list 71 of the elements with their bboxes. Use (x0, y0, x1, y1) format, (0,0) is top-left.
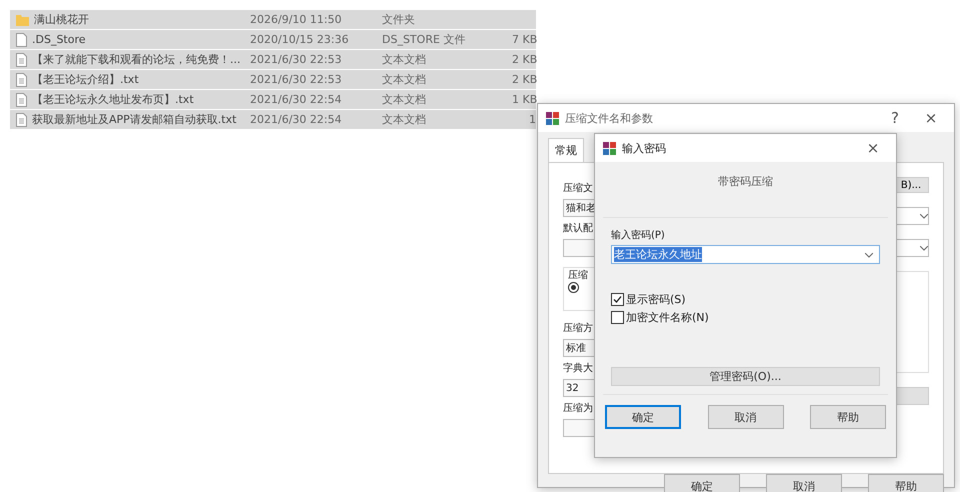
date-modified: 2026/9/10 11:50 (250, 13, 343, 26)
file-type: 文本文档 (382, 52, 427, 67)
close-button[interactable]: × (916, 109, 946, 127)
text-file-icon (16, 52, 27, 66)
input-field[interactable] (563, 239, 597, 257)
file-row[interactable]: 满山桃花开 2026/9/10 11:50 文件夹 (10, 10, 536, 29)
dialog-button[interactable]: 确定 (605, 405, 681, 429)
tab[interactable]: 常规 (548, 138, 584, 162)
dialog-heading: 带密码压缩 (717, 174, 774, 189)
help-button[interactable]: ? (880, 109, 910, 127)
text-file-icon (16, 92, 27, 106)
field-label: 压缩方 (563, 322, 594, 335)
checkbox[interactable] (611, 311, 624, 324)
file-name: .DS_Store (32, 33, 86, 46)
date-modified: 2021/6/30 22:53 (250, 73, 343, 86)
checkmark-icon (613, 295, 622, 304)
chevron-down-icon (920, 214, 928, 218)
chevron-down-icon (865, 253, 873, 258)
window-title: 压缩文件名和参数 (565, 110, 654, 126)
dialog-button[interactable]: 帮助 (868, 474, 944, 492)
input-field[interactable] (563, 419, 597, 437)
field-label: 压缩为 (563, 402, 594, 415)
date-modified: 2020/10/15 23:36 (250, 33, 350, 46)
file-type: 文本文档 (382, 112, 427, 127)
file-size: 2 KB (512, 53, 538, 66)
dialog-button[interactable]: 帮助 (810, 405, 886, 429)
file-name: 【来了就能下载和观看的论坛，纯免费！... (32, 52, 240, 67)
file-size: 1 (528, 113, 536, 126)
app-logo-icon (603, 142, 616, 154)
checkbox[interactable] (611, 293, 624, 306)
file-name: 【老王论坛永久地址发布页】.txt (32, 92, 194, 107)
field-label: 字典大 (563, 362, 594, 375)
window-title: 输入密码 (622, 140, 667, 156)
file-row[interactable]: 【老王论坛介绍】.txt 2021/6/30 22:53 文本文档 2 KB (10, 70, 536, 89)
folder-icon (16, 14, 29, 26)
file-size: 7 KB (512, 33, 538, 46)
checkbox-label[interactable]: 显示密码(S) (626, 292, 686, 307)
input-field[interactable]: 标准 (563, 339, 597, 357)
date-modified: 2021/6/30 22:54 (250, 113, 343, 126)
checkbox-label[interactable]: 加密文件名称(N) (626, 310, 709, 325)
file-type: DS_STORE 文件 (382, 32, 466, 47)
file-row[interactable]: 【来了就能下载和观看的论坛，纯免费！... 2021/6/30 22:53 文本文档 2 KB (10, 50, 536, 69)
text-file-icon (16, 112, 27, 126)
date-modified: 2021/6/30 22:53 (250, 53, 343, 66)
text-file-icon (16, 72, 27, 86)
field-label: 输入密码(P) (611, 228, 666, 242)
file-icon (16, 32, 27, 46)
dialog-button[interactable]: 确定 (664, 474, 740, 492)
manage-passwords-button[interactable]: 管理密码(O)... (611, 367, 880, 386)
dialog-button[interactable]: 取消 (708, 405, 784, 429)
file-row[interactable]: 获取最新地址及APP请发邮箱自动获取.txt 2021/6/30 22:54 文本文档 1 (10, 110, 536, 129)
file-name: 【老王论坛介绍】.txt (32, 72, 139, 87)
field-label: 压缩文 (563, 182, 594, 195)
file-type: 文本文档 (382, 72, 427, 87)
dialog-button[interactable]: 取消 (766, 474, 842, 492)
file-name: 满山桃花开 (34, 12, 89, 27)
file-name: 获取最新地址及APP请发邮箱自动获取.txt (32, 112, 236, 127)
input-field[interactable]: 32 (563, 379, 597, 397)
app-logo-icon (546, 112, 559, 124)
date-modified: 2021/6/30 22:54 (250, 93, 343, 106)
file-type: 文件夹 (382, 12, 416, 27)
field-label: 默认配 (563, 222, 594, 235)
radio-button-icon[interactable] (568, 282, 579, 293)
file-row[interactable]: .DS_Store 2020/10/15 23:36 DS_STORE 文件 7 KB (10, 30, 536, 49)
file-row[interactable]: 【老王论坛永久地址发布页】.txt 2021/6/30 22:54 文本文档 1 KB (10, 90, 536, 109)
password-field[interactable]: 老王论坛永久地址 (611, 245, 880, 264)
file-type: 文本文档 (382, 92, 427, 107)
file-size: 2 KB (512, 73, 538, 86)
close-button[interactable]: × (858, 139, 888, 157)
file-size: 1 KB (512, 93, 538, 106)
chevron-down-icon (920, 246, 928, 250)
